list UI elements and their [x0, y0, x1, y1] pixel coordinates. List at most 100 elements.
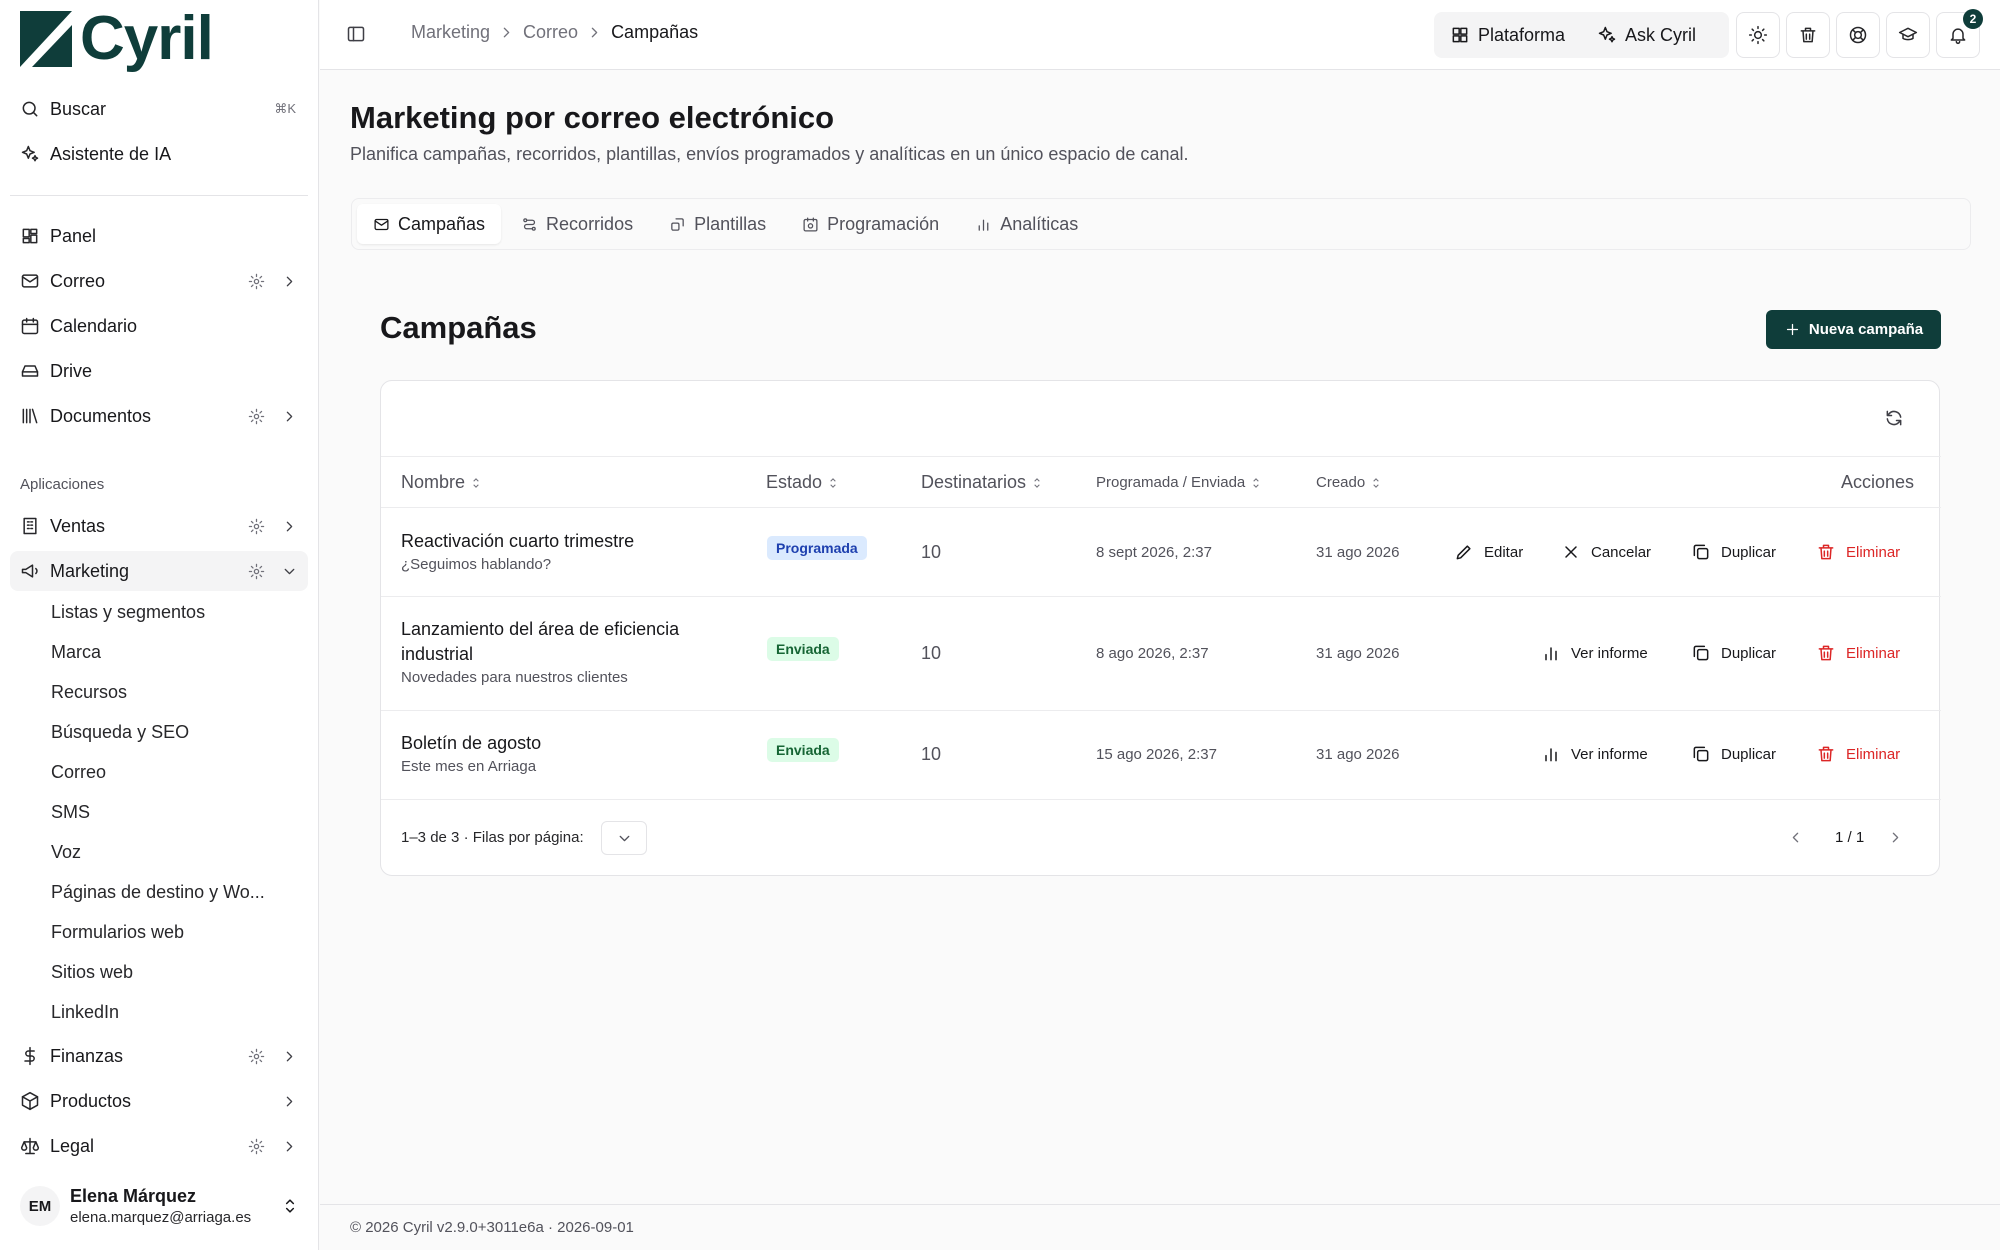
sidebar-item-correo[interactable]: Correo [10, 261, 308, 301]
settings-icon[interactable] [248, 1138, 265, 1155]
delete-button[interactable]: Eliminar [1816, 643, 1900, 663]
sidebar-subitem[interactable]: Formularios web [51, 917, 184, 947]
tab-plantillas[interactable]: Plantillas [653, 204, 782, 244]
column-header-status[interactable]: Estado [766, 472, 840, 493]
sidebar-subitem[interactable]: Sitios web [51, 957, 133, 987]
sort-icon [1034, 477, 1040, 488]
chevron-right-icon[interactable] [1887, 829, 1904, 846]
column-header-created[interactable]: Creado [1316, 474, 1383, 491]
sidebar-subitem[interactable]: SMS [51, 797, 90, 827]
notifications-button[interactable]: 2 [1936, 9, 1983, 58]
delete-button[interactable]: Eliminar [1816, 744, 1900, 764]
search-label: Buscar [50, 98, 107, 119]
delete-button[interactable]: Eliminar [1816, 542, 1900, 562]
sidebar-item-documentos[interactable]: Documentos [10, 396, 308, 436]
sidebar-item-productos[interactable]: Productos [10, 1081, 308, 1121]
chevron-right-icon[interactable] [281, 518, 298, 535]
rows-per-page-label: · Filas por página: [463, 829, 584, 846]
sidebar-subitem[interactable]: Búsqueda y SEO [51, 717, 189, 747]
box-icon [21, 1091, 39, 1111]
cancel-button[interactable]: Cancelar [1561, 542, 1651, 562]
learning-button[interactable] [1886, 12, 1930, 58]
sidebar-item-label: Productos [50, 1090, 132, 1111]
chevron-right-icon[interactable] [281, 1048, 298, 1065]
sidebar-subitem[interactable]: Voz [51, 837, 81, 867]
settings-icon[interactable] [248, 408, 265, 425]
breadcrumb-item[interactable]: Marketing [411, 22, 490, 43]
sidebar-subitem[interactable]: Correo [51, 757, 106, 787]
breadcrumb-item[interactable]: Correo [523, 22, 578, 43]
chevron-left-icon[interactable] [1787, 829, 1804, 846]
new-campaign-button[interactable]: Nueva campaña [1766, 310, 1941, 349]
column-header-scheduled[interactable]: Programada / Enviada [1096, 474, 1263, 491]
view-report-button[interactable]: Ver informe [1541, 744, 1648, 764]
platform-button[interactable]: Plataforma [1434, 25, 1581, 46]
campaign-name[interactable]: Lanzamiento del área de eficiencia indus… [401, 617, 721, 667]
tab-label: Programación [827, 213, 940, 234]
duplicate-button[interactable]: Duplicar [1691, 542, 1776, 562]
edit-button[interactable]: Editar [1454, 542, 1523, 562]
settings-icon[interactable] [248, 563, 265, 580]
campaign-name[interactable]: Boletín de agosto [401, 731, 541, 756]
search-button[interactable]: Buscar ⌘K [10, 89, 308, 129]
sort-icon [1253, 477, 1259, 488]
sidebar-subitem[interactable]: Marca [51, 637, 101, 667]
chevron-right-icon[interactable] [281, 1138, 298, 1155]
sidebar-item-finanzas[interactable]: Finanzas [10, 1036, 308, 1076]
bar-chart-icon [978, 219, 989, 231]
chevron-down-icon[interactable] [281, 563, 298, 580]
sidebar-toggle-icon[interactable] [346, 24, 366, 44]
tab-analiticas[interactable]: Analíticas [959, 204, 1094, 244]
channel-tabs: Campañas Recorridos Plantillas Programac… [351, 198, 1971, 250]
ai-assistant-button[interactable]: Asistente de IA [10, 134, 308, 174]
ask-cyril-button[interactable]: Ask Cyril [1581, 25, 1712, 46]
campaign-name[interactable]: Reactivación cuarto trimestre [401, 529, 634, 554]
theme-toggle-button[interactable] [1736, 12, 1780, 58]
sidebar-subitem[interactable]: Recursos [51, 677, 127, 707]
duplicate-button[interactable]: Duplicar [1691, 643, 1776, 663]
sidebar-item-marketing[interactable]: Marketing [10, 551, 308, 591]
campaign-subject: ¿Seguimos hablando? [401, 556, 552, 573]
sidebar-subitem[interactable]: Páginas de destino y Wo... [51, 877, 265, 907]
table-row: Reactivación cuarto trimestre ¿Seguimos … [381, 509, 1941, 597]
status-badge: Programada [767, 536, 867, 560]
refresh-icon[interactable] [1884, 408, 1904, 428]
view-report-button[interactable]: Ver informe [1541, 643, 1648, 663]
column-header-actions: Acciones [1841, 472, 1914, 493]
settings-icon[interactable] [248, 1048, 265, 1065]
tab-recorridos[interactable]: Recorridos [505, 204, 649, 244]
trash-button[interactable] [1786, 12, 1830, 58]
chevron-right-icon[interactable] [281, 1093, 298, 1110]
chevron-right-icon[interactable] [281, 273, 298, 290]
column-header-recipients[interactable]: Destinatarios [921, 472, 1044, 493]
sidebar-item-calendario[interactable]: Calendario [10, 306, 308, 346]
settings-icon[interactable] [248, 518, 265, 535]
user-menu[interactable]: EM Elena Márquez elena.marquez@arriaga.e… [20, 1186, 300, 1226]
tab-campanas[interactable]: Campañas [357, 204, 502, 244]
help-button[interactable] [1836, 12, 1880, 58]
action-label: Duplicar [1721, 745, 1777, 763]
chevron-right-icon[interactable] [281, 408, 298, 425]
campaign-subject: Novedades para nuestros clientes [401, 669, 628, 686]
column-header-name[interactable]: Nombre [401, 472, 483, 493]
copy-icon [1693, 645, 1709, 661]
app-logo[interactable]: Cyril [20, 8, 214, 70]
sidebar-item-drive[interactable]: Drive [10, 351, 308, 391]
sidebar-item-panel[interactable]: Panel [10, 216, 308, 256]
rows-per-page-select[interactable] [601, 821, 647, 855]
sort-icon [830, 477, 836, 488]
tab-programacion[interactable]: Programación [786, 204, 955, 244]
sort-icon [473, 477, 479, 488]
sidebar-subitem[interactable]: LinkedIn [51, 997, 119, 1027]
chevrons-up-down-icon[interactable] [280, 1196, 300, 1216]
chevron-down-icon [619, 835, 629, 841]
sparkles-icon [1598, 26, 1616, 43]
sidebar-item-ventas[interactable]: Ventas [10, 506, 308, 546]
library-icon [22, 408, 38, 424]
scheduled-date: 8 sept 2026, 2:37 [1096, 544, 1212, 561]
duplicate-button[interactable]: Duplicar [1691, 744, 1776, 764]
sidebar-item-legal[interactable]: Legal [10, 1126, 308, 1166]
pencil-icon [1456, 545, 1471, 560]
sidebar-subitem[interactable]: Listas y segmentos [51, 597, 205, 627]
settings-icon[interactable] [248, 273, 265, 290]
